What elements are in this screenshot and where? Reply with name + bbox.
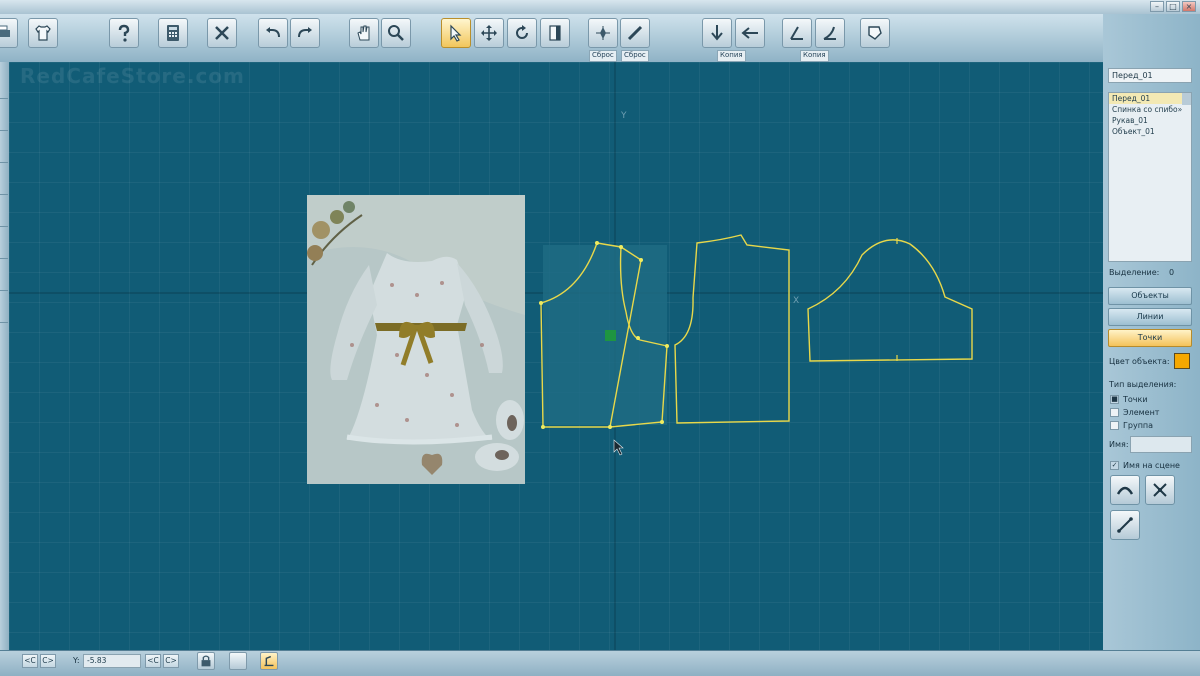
pivot-point-marker[interactable]: [605, 330, 616, 341]
status-toggle-button[interactable]: [229, 652, 247, 670]
window-controls: – □ ×: [1150, 1, 1196, 12]
selection-type-label: Тип выделения:: [1109, 380, 1177, 389]
back-pattern-piece[interactable]: [674, 234, 790, 424]
sleeve-pattern-piece[interactable]: [807, 238, 973, 362]
snap-button[interactable]: [260, 652, 278, 670]
object-color-label: Цвет объекта:: [1109, 357, 1170, 366]
selection-label: Выделение:: [1109, 268, 1160, 277]
y-coordinate-label: Y:: [73, 656, 80, 665]
name-label: Имя:: [1109, 440, 1129, 449]
group-checkbox[interactable]: [1110, 421, 1119, 430]
lock-button[interactable]: [197, 652, 215, 670]
next-button-2[interactable]: C>: [163, 654, 179, 668]
pattern-layer: Y X: [9, 62, 1103, 650]
next-button[interactable]: C>: [40, 654, 56, 668]
intersect-icon: [1153, 483, 1167, 497]
name-input[interactable]: [1130, 436, 1192, 453]
close-button[interactable]: ×: [1182, 1, 1196, 12]
points-checkbox-label: Точки: [1123, 395, 1148, 404]
element-checkbox-label: Элемент: [1123, 408, 1160, 417]
list-item[interactable]: Спинка со спибо»: [1109, 104, 1191, 115]
line-icon: [1117, 517, 1133, 533]
objects-button[interactable]: Объекты: [1108, 287, 1192, 305]
y-coordinate-field[interactable]: -5.83: [83, 654, 141, 668]
curve-tool-button[interactable]: [1110, 475, 1140, 505]
status-bar: [0, 650, 1200, 676]
lock-icon: [201, 655, 211, 667]
reference-photo[interactable]: [307, 195, 525, 484]
list-scrollbar[interactable]: [1182, 93, 1191, 105]
name-on-scene-label: Имя на сцене: [1123, 461, 1180, 470]
list-item[interactable]: Рукав_01: [1109, 115, 1191, 126]
points-button[interactable]: Точки: [1108, 329, 1192, 347]
lines-button[interactable]: Линии: [1108, 308, 1192, 326]
object-list[interactable]: Перед_01 Спинка со спибо» Рукав_01 Объек…: [1108, 92, 1192, 262]
snap-icon: [264, 655, 274, 667]
object-color-swatch[interactable]: [1174, 353, 1190, 369]
element-checkbox[interactable]: [1110, 408, 1119, 417]
list-item[interactable]: Перед_01: [1109, 93, 1191, 104]
name-on-scene-checkbox[interactable]: ✓: [1110, 461, 1119, 470]
group-checkbox-label: Группа: [1123, 421, 1154, 430]
line-tool-button[interactable]: [1110, 510, 1140, 540]
intersect-tool-button[interactable]: [1145, 475, 1175, 505]
list-item[interactable]: Объект_01: [1109, 126, 1191, 137]
points-checkbox[interactable]: ■: [1110, 395, 1119, 404]
x-axis-label: X: [793, 296, 799, 306]
prev-button-2[interactable]: <C: [145, 654, 161, 668]
curve-icon: [1116, 486, 1134, 495]
maximize-button[interactable]: □: [1166, 1, 1180, 12]
minimize-button[interactable]: –: [1150, 1, 1164, 12]
object-name-display: Перед_01: [1108, 68, 1192, 83]
selection-count: 0: [1169, 268, 1175, 277]
y-axis-label: Y: [620, 111, 627, 121]
prev-button[interactable]: <C: [22, 654, 38, 668]
